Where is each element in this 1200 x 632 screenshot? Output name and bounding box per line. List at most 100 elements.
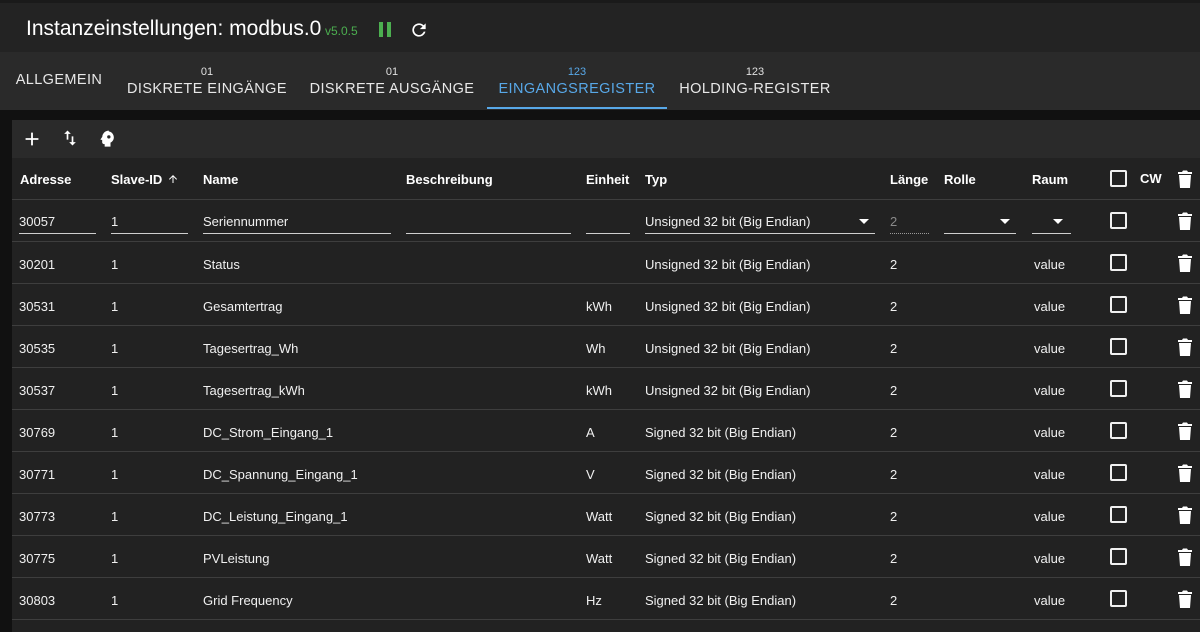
- cell-slave-id[interactable]: 1: [111, 299, 118, 314]
- cell-name[interactable]: Tagesertrag_kWh: [203, 383, 305, 398]
- cell-address[interactable]: 30535: [19, 341, 55, 356]
- select-all-checkbox[interactable]: [1110, 170, 1127, 187]
- cw-checkbox[interactable]: [1110, 548, 1127, 565]
- delete-icon[interactable]: [1178, 380, 1192, 398]
- cell-type[interactable]: Signed 32 bit (Big Endian): [645, 509, 796, 524]
- cell-type[interactable]: Unsigned 32 bit (Big Endian): [645, 383, 811, 398]
- cell-slave-id[interactable]: 1: [111, 467, 118, 482]
- cell-slave-id[interactable]: 1: [111, 257, 118, 272]
- cell-name[interactable]: Gesamtertrag: [203, 299, 282, 314]
- delete-icon[interactable]: [1178, 506, 1192, 524]
- cell-length[interactable]: 2: [890, 341, 897, 356]
- cell-slave-id[interactable]: 1: [111, 341, 118, 356]
- col-unit[interactable]: Einheit: [586, 172, 629, 187]
- cell-type[interactable]: Signed 32 bit (Big Endian): [645, 593, 796, 608]
- cell-room[interactable]: value: [1034, 425, 1065, 440]
- cell-address[interactable]: 30769: [19, 425, 55, 440]
- cell-unit[interactable]: Watt: [586, 551, 612, 566]
- unit-input[interactable]: [586, 210, 630, 234]
- cell-length[interactable]: 2: [890, 467, 897, 482]
- cw-checkbox[interactable]: [1110, 338, 1127, 355]
- tab-eingangsregister[interactable]: 123 EINGANGSREGISTER: [487, 52, 667, 110]
- tab-allgemein[interactable]: ALLGEMEIN: [8, 52, 110, 110]
- delete-icon[interactable]: [1178, 212, 1192, 230]
- cw-checkbox[interactable]: [1110, 380, 1127, 397]
- col-type[interactable]: Typ: [645, 172, 667, 187]
- delete-icon[interactable]: [1178, 590, 1192, 608]
- delete-icon[interactable]: [1178, 338, 1192, 356]
- delete-icon[interactable]: [1178, 548, 1192, 566]
- col-address[interactable]: Adresse: [20, 172, 71, 187]
- cell-address[interactable]: 30771: [19, 467, 55, 482]
- cw-checkbox[interactable]: [1110, 296, 1127, 313]
- cell-unit[interactable]: Hz: [586, 593, 602, 608]
- cell-room[interactable]: value: [1034, 299, 1065, 314]
- delete-all-icon[interactable]: [1178, 170, 1192, 188]
- cell-name[interactable]: Status: [203, 257, 240, 272]
- cell-unit[interactable]: Watt: [586, 509, 612, 524]
- cell-address[interactable]: 30537: [19, 383, 55, 398]
- cell-length[interactable]: 2: [890, 551, 897, 566]
- cell-length[interactable]: 2: [890, 509, 897, 524]
- cell-name[interactable]: DC_Leistung_Eingang_1: [203, 509, 348, 524]
- add-icon[interactable]: [21, 128, 43, 150]
- cell-address[interactable]: 30201: [19, 257, 55, 272]
- cell-slave-id[interactable]: 1: [111, 425, 118, 440]
- cell-slave-id[interactable]: 1: [111, 383, 118, 398]
- cell-type[interactable]: Unsigned 32 bit (Big Endian): [645, 299, 811, 314]
- col-slave-id[interactable]: Slave-ID: [111, 172, 179, 187]
- cell-address[interactable]: 30803: [19, 593, 55, 608]
- cell-length[interactable]: 2: [890, 593, 897, 608]
- tab-diskrete-eingaenge[interactable]: 01 DISKRETE EINGÄNGE: [124, 52, 290, 110]
- cell-unit[interactable]: kWh: [586, 299, 612, 314]
- reload-icon[interactable]: [409, 20, 429, 40]
- cell-room[interactable]: value: [1034, 467, 1065, 482]
- col-room[interactable]: Raum: [1032, 172, 1068, 187]
- cell-room[interactable]: value: [1034, 341, 1065, 356]
- cell-unit[interactable]: A: [586, 425, 595, 440]
- description-input[interactable]: [406, 210, 571, 234]
- swap-vertical-icon[interactable]: [60, 128, 82, 150]
- tab-holding-register[interactable]: 123 HOLDING-REGISTER: [676, 52, 834, 110]
- cell-room[interactable]: value: [1034, 593, 1065, 608]
- cell-room[interactable]: value: [1034, 383, 1065, 398]
- cell-room[interactable]: value: [1034, 257, 1065, 272]
- cell-address[interactable]: 30775: [19, 551, 55, 566]
- cw-checkbox[interactable]: [1110, 254, 1127, 271]
- cell-length[interactable]: 2: [890, 383, 897, 398]
- cell-length[interactable]: 2: [890, 257, 897, 272]
- head-icon[interactable]: [98, 128, 120, 150]
- cell-length[interactable]: 2: [890, 425, 897, 440]
- tab-diskrete-ausgaenge[interactable]: 01 DISKRETE AUSGÄNGE: [307, 52, 477, 110]
- cell-name[interactable]: DC_Strom_Eingang_1: [203, 425, 333, 440]
- cell-address[interactable]: 30773: [19, 509, 55, 524]
- cell-length[interactable]: 2: [890, 299, 897, 314]
- cell-unit[interactable]: Wh: [586, 341, 606, 356]
- cell-type[interactable]: Signed 32 bit (Big Endian): [645, 425, 796, 440]
- col-name[interactable]: Name: [203, 172, 238, 187]
- col-role[interactable]: Rolle: [944, 172, 976, 187]
- col-length[interactable]: Länge: [890, 172, 928, 187]
- cell-type[interactable]: Signed 32 bit (Big Endian): [645, 467, 796, 482]
- role-select[interactable]: [944, 210, 1016, 234]
- cw-checkbox[interactable]: [1110, 590, 1127, 607]
- delete-icon[interactable]: [1178, 254, 1192, 272]
- cw-checkbox[interactable]: [1110, 506, 1127, 523]
- cell-name[interactable]: Tagesertrag_Wh: [203, 341, 298, 356]
- room-select[interactable]: [1032, 210, 1071, 234]
- cell-room[interactable]: value: [1034, 509, 1065, 524]
- cell-type[interactable]: Signed 32 bit (Big Endian): [645, 551, 796, 566]
- address-input[interactable]: 30057: [19, 210, 96, 234]
- cell-slave-id[interactable]: 1: [111, 551, 118, 566]
- cw-checkbox[interactable]: [1110, 422, 1127, 439]
- pause-icon[interactable]: [379, 22, 393, 38]
- cell-type[interactable]: Unsigned 32 bit (Big Endian): [645, 257, 811, 272]
- cell-slave-id[interactable]: 1: [111, 509, 118, 524]
- type-select[interactable]: Unsigned 32 bit (Big Endian): [645, 210, 875, 234]
- cell-name[interactable]: Grid Frequency: [203, 593, 293, 608]
- cell-name[interactable]: PVLeistung: [203, 551, 270, 566]
- delete-icon[interactable]: [1178, 422, 1192, 440]
- cell-name[interactable]: DC_Spannung_Eingang_1: [203, 467, 358, 482]
- cw-checkbox[interactable]: [1110, 464, 1127, 481]
- cell-unit[interactable]: kWh: [586, 383, 612, 398]
